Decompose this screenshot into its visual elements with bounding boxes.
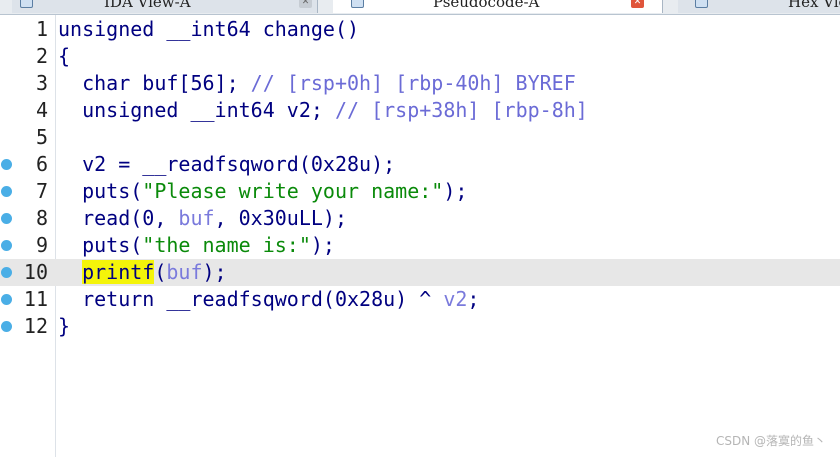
code-text: puts("the name is:");: [58, 233, 335, 257]
code-text: read(0, buf, 0x30uLL);: [58, 206, 347, 230]
code-text: printf(buf);: [82, 260, 227, 284]
line-number: 3: [35, 71, 48, 95]
code-line[interactable]: 1 unsigned __int64 change(): [0, 16, 840, 43]
tab-pseudocode[interactable]: Pseudocode-A ✕: [333, 0, 663, 13]
code-text: {: [58, 44, 71, 68]
code-line[interactable]: 8 read(0, buf, 0x30uLL);: [0, 205, 840, 232]
line-number: 12: [23, 314, 48, 338]
line-number: 9: [35, 233, 48, 257]
tab-label: IDA View-A: [104, 0, 191, 11]
code-text: return __readfsqword(0x28u) ^ v2;: [58, 287, 480, 311]
tab-ida-view[interactable]: IDA View-A ✕: [12, 0, 318, 13]
line-number: 4: [35, 98, 48, 122]
hex-view-icon: [695, 0, 708, 8]
line-number: 5: [35, 125, 48, 149]
code-line[interactable]: 7 puts("Please write your name:");: [0, 178, 840, 205]
line-number: 1: [35, 17, 48, 41]
code-line[interactable]: 10 printf(buf);: [0, 259, 840, 286]
breakpoint-icon[interactable]: [1, 159, 12, 170]
tab-label: Hex View-1: [788, 0, 840, 11]
close-icon[interactable]: ✕: [631, 0, 644, 8]
code-text: char buf[56]; // [rsp+0h] [rbp-40h] BYRE…: [58, 71, 576, 95]
code-text: v2 = __readfsqword(0x28u);: [58, 152, 396, 176]
code-text: }: [58, 314, 71, 338]
code-text: unsigned __int64 change(): [58, 17, 360, 41]
line-number: 10: [23, 260, 48, 284]
tab-hex-view[interactable]: Hex View-1: [678, 0, 840, 13]
breakpoint-icon[interactable]: [1, 267, 12, 278]
tab-bar: IDA View-A ✕ Pseudocode-A ✕ Hex View-1: [0, 0, 840, 15]
tab-label: Pseudocode-A: [433, 0, 540, 11]
breakpoint-icon[interactable]: [1, 240, 12, 251]
code-line[interactable]: 12}: [0, 313, 840, 340]
breakpoint-icon[interactable]: [1, 321, 12, 332]
breakpoint-icon[interactable]: [1, 294, 12, 305]
code-line[interactable]: 4 unsigned __int64 v2; // [rsp+38h] [rbp…: [0, 97, 840, 124]
breakpoint-icon[interactable]: [1, 213, 12, 224]
code-line[interactable]: 9 puts("the name is:");: [0, 232, 840, 259]
breakpoint-icon[interactable]: [1, 186, 12, 197]
code-line[interactable]: 5: [0, 124, 840, 151]
line-number: 2: [35, 44, 48, 68]
code-text: puts("Please write your name:");: [58, 179, 468, 203]
line-number: 8: [35, 206, 48, 230]
code-text: unsigned __int64 v2; // [rsp+38h] [rbp-8…: [58, 98, 588, 122]
code-line[interactable]: 11 return __readfsqword(0x28u) ^ v2;: [0, 286, 840, 313]
code-line[interactable]: 3 char buf[56]; // [rsp+0h] [rbp-40h] BY…: [0, 70, 840, 97]
pseudocode-view-icon: [351, 0, 364, 8]
disassembly-view-icon: [20, 0, 33, 8]
close-icon[interactable]: ✕: [299, 0, 312, 8]
line-number: 6: [35, 152, 48, 176]
code-line[interactable]: 2{: [0, 43, 840, 70]
code-line[interactable]: 6 v2 = __readfsqword(0x28u);: [0, 151, 840, 178]
line-number: 11: [23, 287, 48, 311]
line-number: 7: [35, 179, 48, 203]
watermark: CSDN @落寞的鱼丶: [715, 434, 826, 448]
